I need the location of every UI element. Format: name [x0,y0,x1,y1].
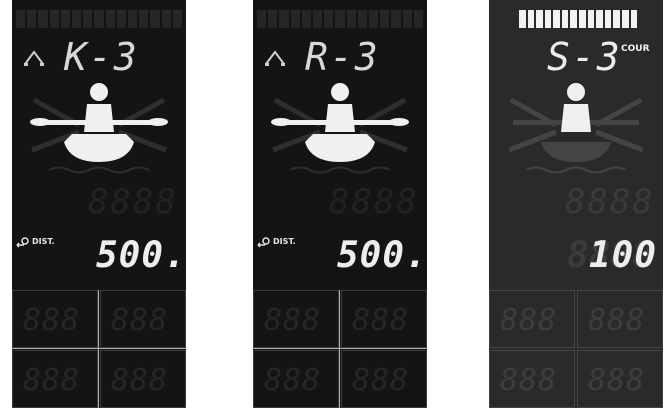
paddles-crossed-icon [265,50,285,66]
display-panel-s3: S-3 COUR 8888 8888 100 888 888 888 888 [489,0,663,408]
grid-cell: 888 [489,350,575,408]
grid-cell: 888 [100,290,186,348]
stats-grid: 888 888 888 888 [489,290,663,408]
location-pin-icon [257,237,270,248]
grid-cell: 888 [253,350,339,408]
grid-cell: 888 [12,350,98,408]
kayak-paddler-icon [508,83,644,174]
grid-cell: 888 [489,290,575,348]
ghost-speed-digits: 8888 [88,182,178,222]
paddles-crossed-icon [24,50,44,66]
grid-divider [339,290,340,408]
grid-cell: 888 [341,350,427,408]
grid-cell: 888 [577,290,663,348]
location-pin-icon [16,237,29,248]
sync-label: COUR [621,44,650,54]
distance-value: 500. [96,235,186,276]
grid-divider [12,348,186,349]
grid-cell: 888 [100,350,186,408]
display-panel-k3: K-3 8888 DIST. 500. 888 888 888 888 [12,0,186,408]
grid-cell: 888 [12,290,98,348]
kayak-paddler-icon [271,83,409,174]
kayak-paddler-icon [30,83,168,174]
distance-label: DIST. [32,237,55,246]
battery-bar [257,10,424,28]
ghost-speed-digits: 8888 [565,182,655,222]
grid-cell: 888 [577,350,663,408]
distance-value: 100 [589,235,658,276]
ghost-speed-digits: 8888 [329,182,419,222]
grid-cell: 888 [341,290,427,348]
stats-grid: 888 888 888 888 [253,290,427,408]
grid-divider [98,290,99,408]
display-panel-r3: R-3 8888 DIST. 500. 888 888 888 888 [253,0,427,408]
grid-cell: 888 [253,290,339,348]
distance-label: DIST. [273,237,296,246]
battery-bar [16,10,183,28]
battery-bar [519,10,638,28]
grid-divider [253,348,427,349]
stats-grid: 888 888 888 888 [12,290,186,408]
distance-value: 500. [337,235,427,276]
